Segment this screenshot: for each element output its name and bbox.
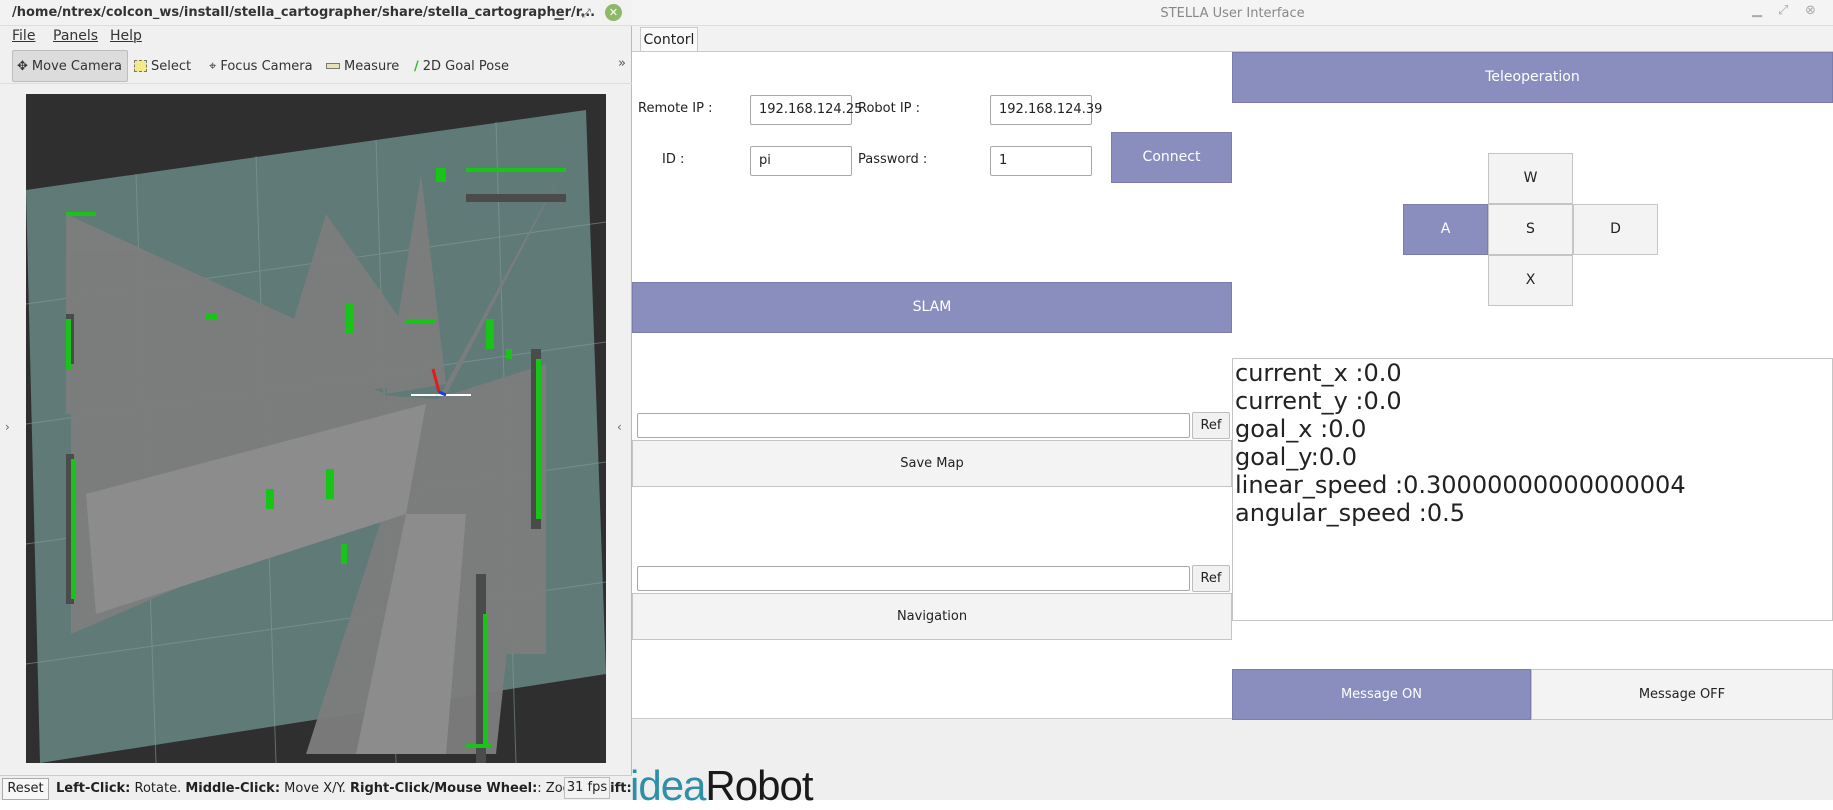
maximize-icon[interactable]: ⤢ <box>1778 3 1788 18</box>
teleoperation-header: Teleoperation <box>1232 52 1833 103</box>
id-label: ID : <box>662 152 685 167</box>
tool-focus-camera[interactable]: ⌖ Focus Camera <box>205 50 317 82</box>
rviz-window-title: /home/ntrex/colcon_ws/install/stella_car… <box>12 5 596 20</box>
stella-titlebar: STELLA User Interface ▁ ⤢ ⊗ <box>632 0 1833 26</box>
minimize-icon[interactable]: ▁ <box>1752 3 1762 18</box>
remote-ip-label: Remote IP : <box>638 101 713 116</box>
robot-ip-field[interactable]: 192.168.124.39 <box>990 95 1102 125</box>
tool-measure[interactable]: Measure <box>322 50 403 82</box>
minimize-icon[interactable]: ▁ <box>551 5 567 21</box>
hint-part: Left-Click: <box>56 781 131 796</box>
rviz-toolbar: ✥ Move Camera Select ⌖ Focus Camera Meas… <box>0 48 632 84</box>
select-icon <box>134 60 147 72</box>
rviz-titlebar: /home/ntrex/colcon_ws/install/stella_car… <box>0 0 632 26</box>
hint-part: Right-Click/Mouse Wheel: <box>350 781 538 796</box>
goal-y-line: goal_y:0.0 <box>1235 443 1358 471</box>
tool-2d-goal-pose[interactable]: ∕ 2D Goal Pose <box>410 50 513 82</box>
message-off-button[interactable]: Message OFF <box>1531 669 1833 720</box>
key-d-button[interactable]: D <box>1573 204 1658 255</box>
connect-button[interactable]: Connect <box>1111 132 1232 183</box>
current-x-line: current_x :0.0 <box>1235 359 1402 387</box>
tool-move-camera-label: Move Camera <box>31 58 122 74</box>
hint-part: Middle-Click: <box>185 781 281 796</box>
key-w-button[interactable]: W <box>1488 153 1573 204</box>
save-map-button[interactable]: Save Map <box>632 440 1232 487</box>
tool-move-camera[interactable]: ✥ Move Camera <box>12 50 128 82</box>
nav-map-path-input[interactable] <box>637 566 1190 591</box>
tab-contorl[interactable]: Contorl <box>640 27 698 53</box>
menu-help[interactable]: Help <box>110 28 142 44</box>
fps-counter: 31 fps <box>564 777 610 799</box>
toolbar-overflow-icon[interactable]: » <box>618 56 626 71</box>
tool-measure-label: Measure <box>344 58 400 74</box>
stella-window-title: STELLA User Interface <box>1160 6 1305 21</box>
tool-focus-camera-label: Focus Camera <box>220 58 313 74</box>
linear-speed-line: linear_speed :0.30000000000000004 <box>1235 471 1686 499</box>
focus-camera-icon: ⌖ <box>209 58 217 74</box>
rviz-menubar: File Panels Help <box>0 26 632 48</box>
idearobot-logo: ideaRobot <box>630 762 813 810</box>
maximize-icon[interactable]: ⤢ <box>578 5 594 21</box>
hint-part: Move X/Y. <box>280 781 351 796</box>
tool-2d-goal-pose-label: 2D Goal Pose <box>422 58 510 74</box>
goal-x-line: goal_x :0.0 <box>1235 415 1367 443</box>
nav-ref-button[interactable]: Ref <box>1192 565 1230 592</box>
menu-panels[interactable]: Panels <box>53 28 98 44</box>
menu-file[interactable]: File <box>12 28 35 44</box>
right-panel-toggle-icon[interactable]: ‹ <box>617 420 622 434</box>
tool-select-label: Select <box>151 58 192 74</box>
password-field[interactable]: 1 <box>990 146 1092 176</box>
control-panel: Remote IP : 192.168.124.25 Robot IP : 19… <box>632 51 1833 720</box>
password-label: Password : <box>858 152 928 167</box>
logo-robot: Robot <box>705 762 813 809</box>
key-a-button[interactable]: A <box>1403 204 1488 255</box>
slam-button[interactable]: SLAM <box>632 282 1232 333</box>
close-icon[interactable]: ✕ <box>605 4 622 21</box>
key-s-button[interactable]: S <box>1488 204 1573 255</box>
left-panel-toggle-icon[interactable]: › <box>5 420 10 434</box>
robot-ip-label: Robot IP : <box>858 101 921 116</box>
stella-window: STELLA User Interface ▁ ⤢ ⊗ Contorl Remo… <box>632 0 1833 800</box>
reset-button[interactable]: Reset <box>2 778 49 800</box>
id-field[interactable]: pi <box>750 146 852 176</box>
status-readout: current_x :0.0 current_y :0.0 goal_x :0.… <box>1232 358 1833 621</box>
map-ref-button[interactable]: Ref <box>1192 412 1230 439</box>
hint-part: Rotate. <box>130 781 186 796</box>
close-icon[interactable]: ⊗ <box>1805 3 1816 18</box>
move-camera-icon: ✥ <box>17 58 28 74</box>
occupancy-map <box>26 110 606 763</box>
message-on-button[interactable]: Message ON <box>1232 669 1531 720</box>
rviz-statusbar: Reset Left-Click: Rotate. Middle-Click: … <box>0 775 632 800</box>
logo-idea: idea <box>630 762 706 809</box>
navigation-button[interactable]: Navigation <box>632 593 1232 640</box>
tool-select[interactable]: Select <box>130 50 195 82</box>
key-x-button[interactable]: X <box>1488 255 1573 306</box>
measure-icon <box>326 63 340 69</box>
rviz-window: /home/ntrex/colcon_ws/install/stella_car… <box>0 0 632 800</box>
goal-pose-icon: ∕ <box>414 58 419 74</box>
remote-ip-field[interactable]: 192.168.124.25 <box>750 95 862 125</box>
map-path-input[interactable] <box>637 413 1190 438</box>
mouse-hint-text: Left-Click: Rotate. Middle-Click: Move X… <box>56 781 632 796</box>
current-y-line: current_y :0.0 <box>1235 387 1402 415</box>
angular-speed-line: angular_speed :0.5 <box>1235 499 1465 527</box>
rviz-3d-viewport[interactable] <box>26 94 606 763</box>
